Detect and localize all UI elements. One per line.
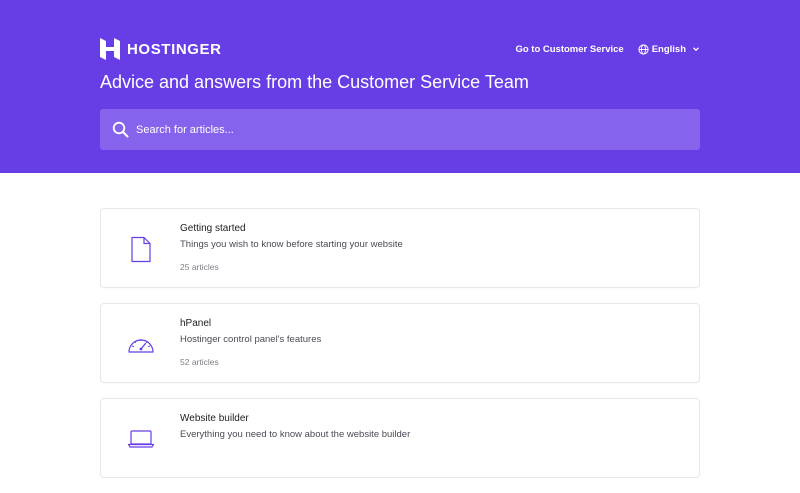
collection-icon [126,329,156,359]
language-selector[interactable]: English [638,44,700,55]
collection-title: Getting started [180,223,246,234]
collection-icon [126,234,156,264]
hostinger-logo-icon [100,38,120,60]
document-icon [131,236,151,262]
search-icon [112,121,129,138]
collection-description: Hostinger control panel's features [180,334,322,345]
chevron-down-icon [693,47,699,52]
collection-description: Things you wish to know before starting … [180,239,403,250]
go-to-customer-service-link[interactable]: Go to Customer Service [515,44,623,55]
brand-name: HOSTINGER [127,40,222,58]
brand-logo[interactable]: HOSTINGER [100,37,222,61]
language-label: English [651,43,686,55]
header-hero: HOSTINGER Go to Customer Service English… [0,0,800,173]
search-input[interactable] [136,109,691,150]
collection-card-website-builder[interactable]: Website builder Everything you need to k… [100,398,700,478]
collection-title: hPanel [180,318,212,329]
search-bar[interactable] [100,109,700,150]
collection-description: Everything you need to know about the we… [180,429,411,440]
page-headline: Advice and answers from the Customer Ser… [100,72,529,92]
collection-card-hpanel[interactable]: hPanel Hostinger control panel's feature… [100,303,700,383]
collection-title: Website builder [180,413,249,424]
speedometer-icon [128,339,154,353]
collection-card-getting-started[interactable]: Getting started Things you wish to know … [100,208,700,288]
top-bar: HOSTINGER Go to Customer Service English [100,37,700,61]
header-nav: Go to Customer Service English [515,37,700,61]
collections-list: Getting started Things you wish to know … [100,208,700,493]
globe-icon [638,43,649,55]
laptop-icon [127,430,155,448]
collection-article-count: 25 articles [180,262,219,272]
collection-article-count: 52 articles [180,357,219,367]
